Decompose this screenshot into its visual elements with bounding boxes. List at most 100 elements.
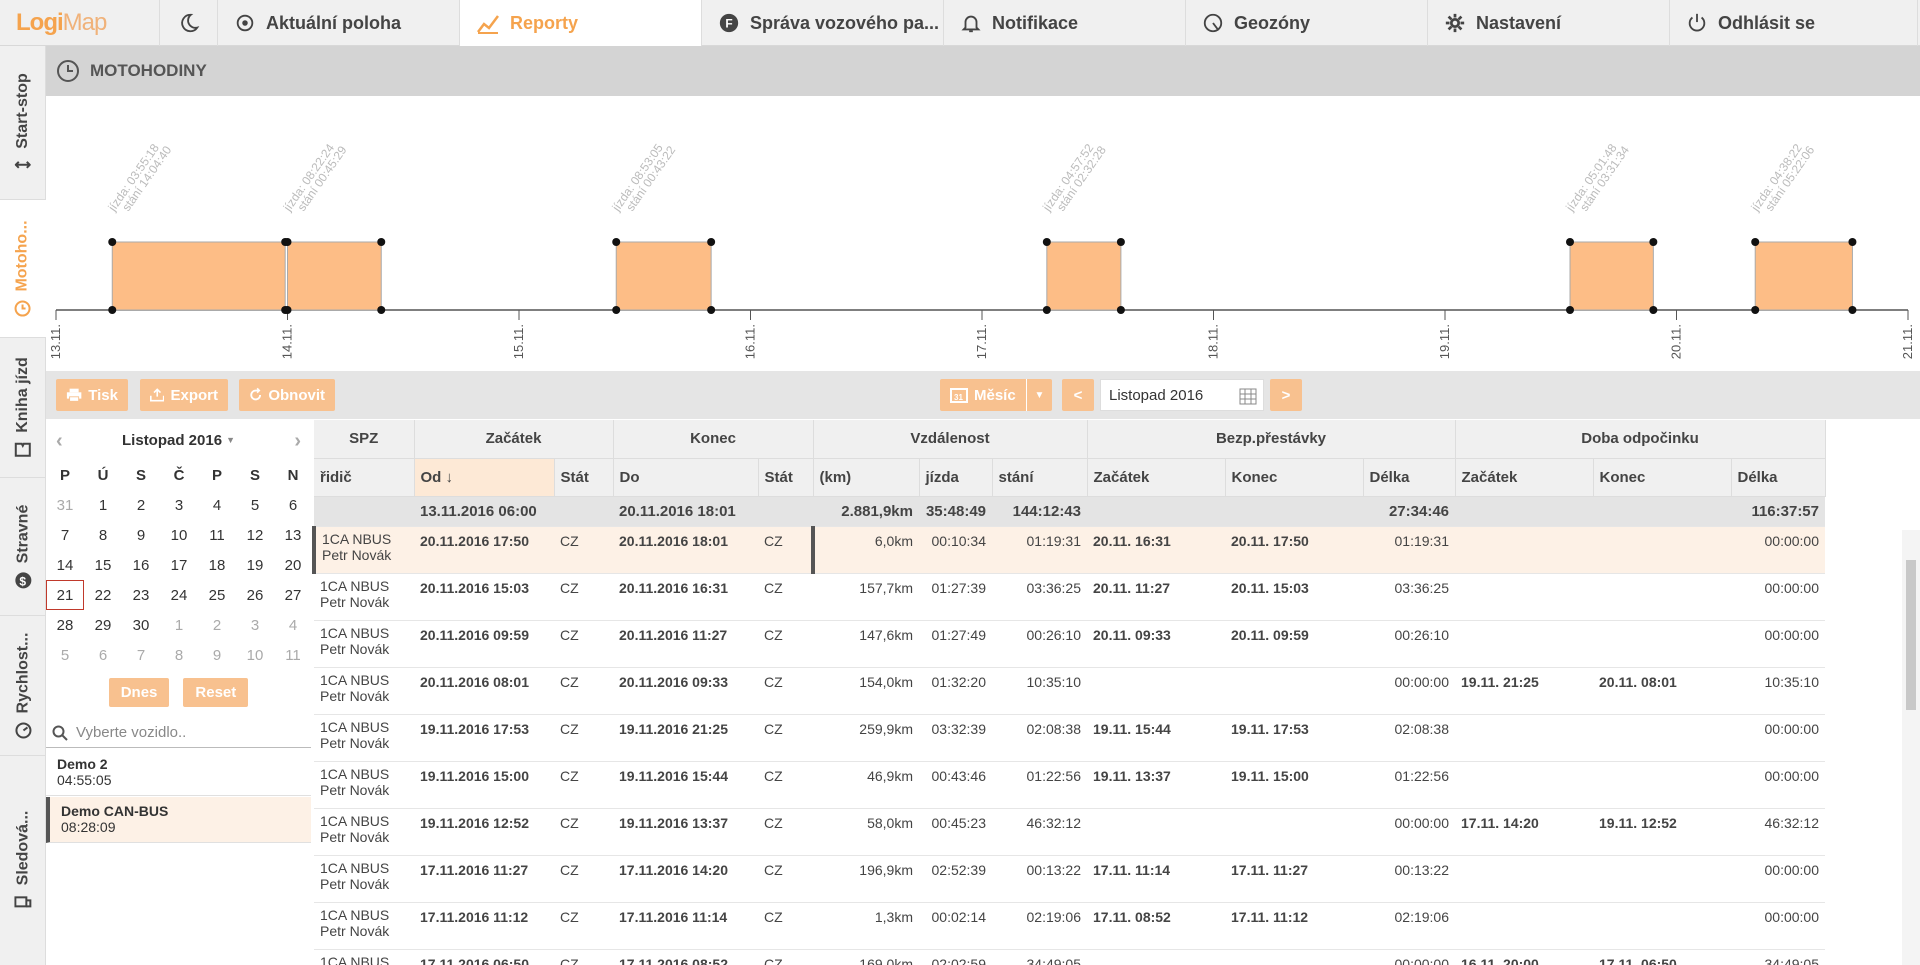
vertical-scrollbar[interactable] [1902, 530, 1920, 965]
night-mode-toggle[interactable] [160, 0, 218, 46]
calendar-day[interactable]: 8 [160, 640, 198, 670]
side-tab-speed[interactable]: Rychlost... [0, 616, 46, 756]
table-row[interactable]: 1CA NBUS Petr Novák 20.11.2016 15:03 CZ 20.1… [314, 573, 1825, 621]
calendar-day[interactable]: 4 [274, 610, 312, 640]
table-row[interactable]: 1CA NBUS Petr Novák 19.11.2016 17:53 CZ 19.1… [314, 714, 1825, 762]
calendar-day[interactable]: 31 [46, 490, 84, 520]
table-row[interactable]: 1CA NBUS Petr Novák 17.11.2016 11:12 CZ 17.1… [314, 902, 1825, 950]
calendar-day[interactable]: 14 [46, 550, 84, 580]
nav-tab-fleet[interactable]: F Správa vozového pa... [702, 0, 944, 46]
vehicle-search[interactable]: Vyberte vozidlo.. [46, 718, 311, 748]
next-month-button[interactable]: > [1270, 379, 1302, 411]
calendar-title[interactable]: Listopad 2016 [122, 432, 222, 449]
column-header[interactable]: Začátek [1455, 458, 1594, 497]
table-row[interactable]: 1CA NBUSPetr Novák17.11.2016 06:50CZ17.1… [314, 949, 1825, 965]
prev-month-button[interactable]: < [1062, 379, 1094, 411]
column-header[interactable]: Stát [758, 458, 814, 497]
calendar-day[interactable]: 5 [236, 490, 274, 520]
calendar-day[interactable]: 11 [198, 520, 236, 550]
logo[interactable]: Logi Map [0, 0, 160, 46]
column-header[interactable]: řidič [314, 458, 415, 497]
print-button[interactable]: Tisk [56, 379, 128, 411]
column-header[interactable]: Od ↓ [414, 458, 555, 497]
table-row[interactable]: 1CA NBUS Petr Novák 19.11.2016 15:00 CZ 19.1… [314, 761, 1825, 809]
refresh-button[interactable]: Obnovit [239, 379, 335, 411]
calendar-day[interactable]: 11 [274, 640, 312, 670]
calendar-day[interactable]: 21 [46, 580, 84, 610]
nav-tab-settings[interactable]: Nastavení [1428, 0, 1670, 46]
calendar-day[interactable]: 17 [160, 550, 198, 580]
side-tab-logbook[interactable]: Kniha jízd [0, 338, 46, 478]
calendar-day[interactable]: 28 [46, 610, 84, 640]
table-row[interactable]: 1CA NBUS Petr Novák 17.11.2016 11:27 CZ 17.1… [314, 855, 1825, 903]
calendar-day[interactable]: 3 [160, 490, 198, 520]
nav-tab-logout[interactable]: Odhlásit se [1670, 0, 1918, 46]
side-tab-tracking[interactable]: Sledová... [0, 756, 46, 965]
calendar-day[interactable]: 9 [122, 520, 160, 550]
column-header[interactable]: Konec [1593, 458, 1732, 497]
calendar-day[interactable]: 1 [84, 490, 122, 520]
column-header[interactable]: stání [992, 458, 1088, 497]
calendar-day[interactable]: 29 [84, 610, 122, 640]
calendar-day[interactable]: 20 [274, 550, 312, 580]
calendar-day[interactable]: 15 [84, 550, 122, 580]
column-header[interactable]: Do [613, 458, 759, 497]
calendar-day[interactable]: 27 [274, 580, 312, 610]
vehicle-item-selected[interactable]: Demo CAN-BUS 08:28:09 [46, 797, 311, 843]
calendar-day[interactable]: 24 [160, 580, 198, 610]
column-header[interactable]: Konec [1225, 458, 1364, 497]
calendar-day[interactable]: 10 [160, 520, 198, 550]
calendar-day[interactable]: 1 [160, 610, 198, 640]
calendar-day[interactable]: 7 [46, 520, 84, 550]
side-tab-start-stop[interactable]: Start-stop [0, 46, 46, 200]
month-input[interactable]: Listopad 2016 [1100, 379, 1264, 411]
calendar-day[interactable]: 3 [236, 610, 274, 640]
column-header[interactable]: Délka [1363, 458, 1456, 497]
table-row[interactable]: 1CA NBUS Petr Novák 20.11.2016 17:50 CZ 20.1… [312, 526, 1825, 574]
calendar-day[interactable]: 10 [236, 640, 274, 670]
side-tab-meal-allowance[interactable]: $ Stravné [0, 478, 46, 616]
column-header[interactable]: (km) [813, 458, 920, 497]
calendar-day[interactable]: 5 [46, 640, 84, 670]
calendar-day[interactable]: 2 [122, 490, 160, 520]
column-header[interactable]: Délka [1731, 458, 1826, 497]
calendar-day[interactable]: 2 [198, 610, 236, 640]
column-header[interactable]: Začátek [1087, 458, 1226, 497]
calendar-next-icon[interactable]: › [294, 430, 301, 453]
today-button[interactable]: Dnes [108, 678, 170, 707]
calendar-day[interactable]: 25 [198, 580, 236, 610]
calendar-day[interactable]: 6 [274, 490, 312, 520]
vehicle-item[interactable]: Demo 2 04:55:05 [46, 750, 311, 796]
nav-tab-geozones[interactable]: Geozóny [1186, 0, 1428, 46]
calendar-day[interactable]: 26 [236, 580, 274, 610]
calendar-day[interactable]: 12 [236, 520, 274, 550]
column-header[interactable]: Stát [554, 458, 614, 497]
period-select[interactable]: 31 Měsíc ▼ [940, 379, 1052, 411]
calendar-day[interactable]: 18 [198, 550, 236, 580]
table-row[interactable]: 1CA NBUS Petr Novák 19.11.2016 12:52 CZ 19.1… [314, 808, 1825, 856]
reset-button[interactable]: Reset [183, 678, 249, 707]
calendar-day[interactable]: 6 [84, 640, 122, 670]
weekday-label: P [59, 466, 70, 484]
nav-tab-notifications[interactable]: Notifikace [944, 0, 1186, 46]
calendar-day[interactable]: 23 [122, 580, 160, 610]
calendar-day[interactable]: 16 [122, 550, 160, 580]
calendar-prev-icon[interactable]: ‹ [56, 430, 63, 453]
nav-tab-reports[interactable]: Reporty [460, 0, 702, 46]
table-row[interactable]: 1CA NBUS Petr Novák 20.11.2016 08:01 CZ 20.1… [314, 667, 1825, 715]
calendar-day[interactable]: 19 [236, 550, 274, 580]
calendar-day[interactable]: 9 [198, 640, 236, 670]
calendar-day[interactable]: 4 [198, 490, 236, 520]
calendar-day[interactable]: 7 [122, 640, 160, 670]
column-header[interactable]: jízda [919, 458, 993, 497]
nav-tab-current-position[interactable]: Aktuální poloha [218, 0, 460, 46]
calendar-day[interactable]: 30 [122, 610, 160, 640]
calendar-day[interactable]: 22 [84, 580, 122, 610]
export-button[interactable]: Export [140, 379, 228, 411]
calendar-day[interactable]: 13 [274, 520, 312, 550]
side-tab-motohours[interactable]: Motoho... [0, 200, 46, 338]
summary-cell: 20.11.2016 18:01 [613, 496, 758, 527]
table-row[interactable]: 1CA NBUS Petr Novák 20.11.2016 09:59 CZ 20.1… [314, 620, 1825, 668]
scrollbar-thumb[interactable] [1906, 560, 1916, 710]
calendar-day[interactable]: 8 [84, 520, 122, 550]
